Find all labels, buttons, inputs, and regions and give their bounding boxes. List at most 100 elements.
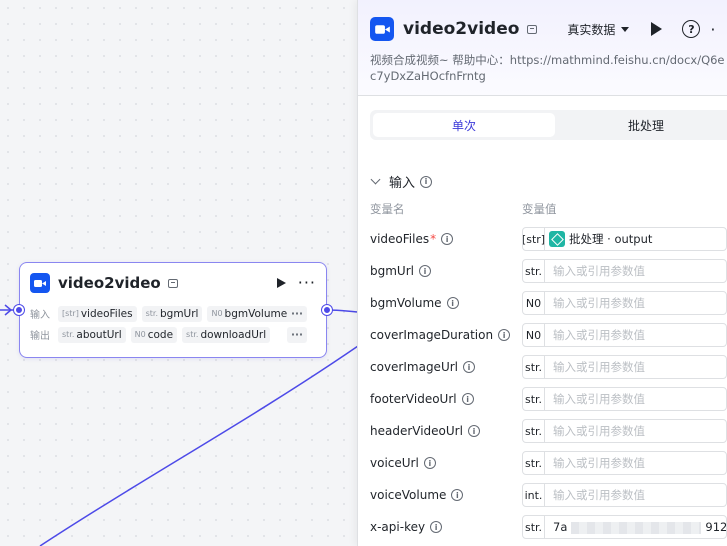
panel-run-button[interactable] — [651, 22, 663, 36]
outputs-more-chip[interactable]: ··· — [287, 326, 307, 343]
required-marker: * — [430, 232, 437, 246]
variable-value-input[interactable]: N0 输入或引用参数值 — [522, 323, 727, 347]
node-detail-panel: video2video 真实数据 ? · 视频合成视频~ 帮助中心：https:… — [357, 0, 727, 546]
variable-name: voiceUrl i — [370, 456, 522, 470]
info-icon: i — [420, 175, 433, 188]
info-icon: i — [430, 521, 443, 533]
input-chip: str. bgmUrl — [141, 305, 203, 322]
info-icon: i — [441, 233, 454, 245]
masked-value: 7a 912 — [553, 520, 727, 534]
section-title: 输入 — [389, 176, 416, 191]
variable-value-input[interactable]: str. 输入或引用参数值 — [522, 259, 727, 283]
inputs-label: 输入 — [30, 310, 50, 321]
info-icon: i — [423, 457, 436, 469]
type-badge: str. — [523, 260, 545, 282]
robot-icon — [167, 278, 178, 288]
help-icon[interactable]: ? — [682, 20, 701, 38]
node-title: video2video — [58, 274, 161, 292]
type-badge: str. — [523, 420, 545, 442]
robot-icon — [527, 24, 538, 34]
type-badge: [str] — [523, 228, 545, 250]
inputs-more-chip[interactable]: ··· — [287, 305, 307, 322]
value-placeholder: 输入或引用参数值 — [553, 488, 645, 502]
value-placeholder: 输入或引用参数值 — [553, 328, 645, 342]
variable-name: bgmVolume i — [370, 296, 522, 310]
variable-name: bgmUrl i — [370, 264, 522, 278]
variable-row: x-api-key i str. 7a 912 — [370, 511, 727, 543]
variable-value-input[interactable]: str. 输入或引用参数值 — [522, 419, 727, 443]
node-input-port[interactable] — [14, 305, 24, 315]
value-placeholder: 输入或引用参数值 — [553, 360, 645, 374]
variable-row: voiceUrl i str. 输入或引用参数值 — [370, 447, 727, 479]
type-badge: str. — [523, 452, 545, 474]
variable-value-input[interactable]: str. 输入或引用参数值 — [522, 387, 727, 411]
data-mode-value: 真实数据 — [567, 22, 616, 37]
variable-value-input[interactable]: [str] 批处理 · output — [522, 227, 727, 251]
variable-name: headerVideoUrl i — [370, 424, 522, 438]
caret-down-icon — [621, 26, 630, 32]
info-icon: i — [446, 297, 459, 309]
node-run-button[interactable] — [276, 278, 286, 288]
panel-more-button[interactable]: · — [710, 20, 715, 39]
column-headers: 变量名 变量值 — [370, 201, 727, 217]
video-camera-icon — [370, 17, 394, 41]
value-placeholder: 输入或引用参数值 — [553, 264, 645, 278]
node-header: video2video ··· — [20, 263, 326, 303]
variable-value-input[interactable]: str. 输入或引用参数值 — [522, 355, 727, 379]
info-icon: i — [461, 393, 474, 405]
variable-row: bgmUrl i str. 输入或引用参数值 — [370, 255, 727, 287]
inputs-section-toggle[interactable]: 输入 i — [370, 172, 727, 191]
input-variable-list: videoFiles * i [str] 批处理 · output bgmUrl i str.… — [358, 223, 727, 543]
type-badge: int. — [523, 484, 545, 506]
variable-row: bgmVolume i N0 输入或引用参数值 — [370, 287, 727, 319]
video-camera-icon — [30, 273, 50, 293]
variable-row: videoFiles * i [str] 批处理 · output — [370, 223, 727, 255]
variable-row: headerVideoUrl i str. 输入或引用参数值 — [370, 415, 727, 447]
variable-row: coverImageUrl i str. 输入或引用参数值 — [370, 351, 727, 383]
variable-value-input[interactable]: str. 输入或引用参数值 — [522, 451, 727, 475]
output-chip: str. aboutUrl — [58, 326, 126, 343]
variable-name: coverImageUrl i — [370, 360, 522, 374]
output-chip: str. downloadUrl — [182, 326, 271, 343]
tab-batch[interactable]: 批处理 — [555, 113, 727, 137]
value-placeholder: 输入或引用参数值 — [553, 392, 645, 406]
input-chip: N0 bgmVolume — [207, 305, 292, 322]
node-description: 视频合成视频~ 帮助中心：https://mathmind.feishu.cn/… — [370, 53, 725, 83]
variable-value-input[interactable]: N0 输入或引用参数值 — [522, 291, 727, 315]
data-mode-select[interactable]: 真实数据 — [567, 21, 630, 38]
info-icon: i — [451, 489, 464, 501]
variable-row: coverImageDuration i N0 输入或引用参数值 — [370, 319, 727, 351]
col-header-value: 变量值 — [522, 202, 557, 216]
node-outputs-row: 输出 str. aboutUrl N0 code str. downloadUrl ·… — [20, 324, 326, 345]
variable-value-input[interactable]: int. 输入或引用参数值 — [522, 483, 727, 507]
variable-row: footerVideoUrl i str. 输入或引用参数值 — [370, 383, 727, 415]
workflow-node-video2video[interactable]: video2video ··· 输入 [str] videoFiles str. b… — [19, 262, 327, 358]
variable-name: x-api-key i — [370, 520, 522, 534]
layers-icon — [549, 231, 565, 247]
chevron-down-icon — [370, 174, 381, 185]
type-badge: str. — [523, 356, 545, 378]
outputs-label: 输出 — [30, 331, 50, 342]
panel-title: video2video — [403, 19, 520, 39]
col-header-name: 变量名 — [370, 202, 405, 216]
value-placeholder: 输入或引用参数值 — [553, 456, 645, 470]
type-badge: N0 — [523, 292, 545, 314]
variable-name: videoFiles * i — [370, 232, 522, 246]
node-inputs-row: 输入 [str] videoFiles str. bgmUrl N0 bgmVolum… — [20, 303, 326, 324]
value-placeholder: 输入或引用参数值 — [553, 296, 645, 310]
variable-name: coverImageDuration i — [370, 328, 522, 342]
variable-value-input[interactable]: str. 7a 912 — [522, 515, 727, 539]
input-chip: [str] videoFiles — [58, 305, 137, 322]
value-placeholder: 输入或引用参数值 — [553, 424, 645, 438]
variable-name: voiceVolume i — [370, 488, 522, 502]
node-output-port[interactable] — [322, 305, 332, 315]
node-more-button[interactable]: ··· — [298, 275, 316, 291]
reference-tag[interactable]: 批处理 · output — [545, 231, 652, 247]
tab-single[interactable]: 单次 — [373, 113, 555, 137]
info-icon: i — [418, 265, 431, 277]
type-badge: N0 — [523, 324, 545, 346]
type-badge: str. — [523, 516, 545, 538]
info-icon: i — [463, 361, 475, 373]
type-badge: str. — [523, 388, 545, 410]
variable-row: voiceVolume i int. 输入或引用参数值 — [370, 479, 727, 511]
